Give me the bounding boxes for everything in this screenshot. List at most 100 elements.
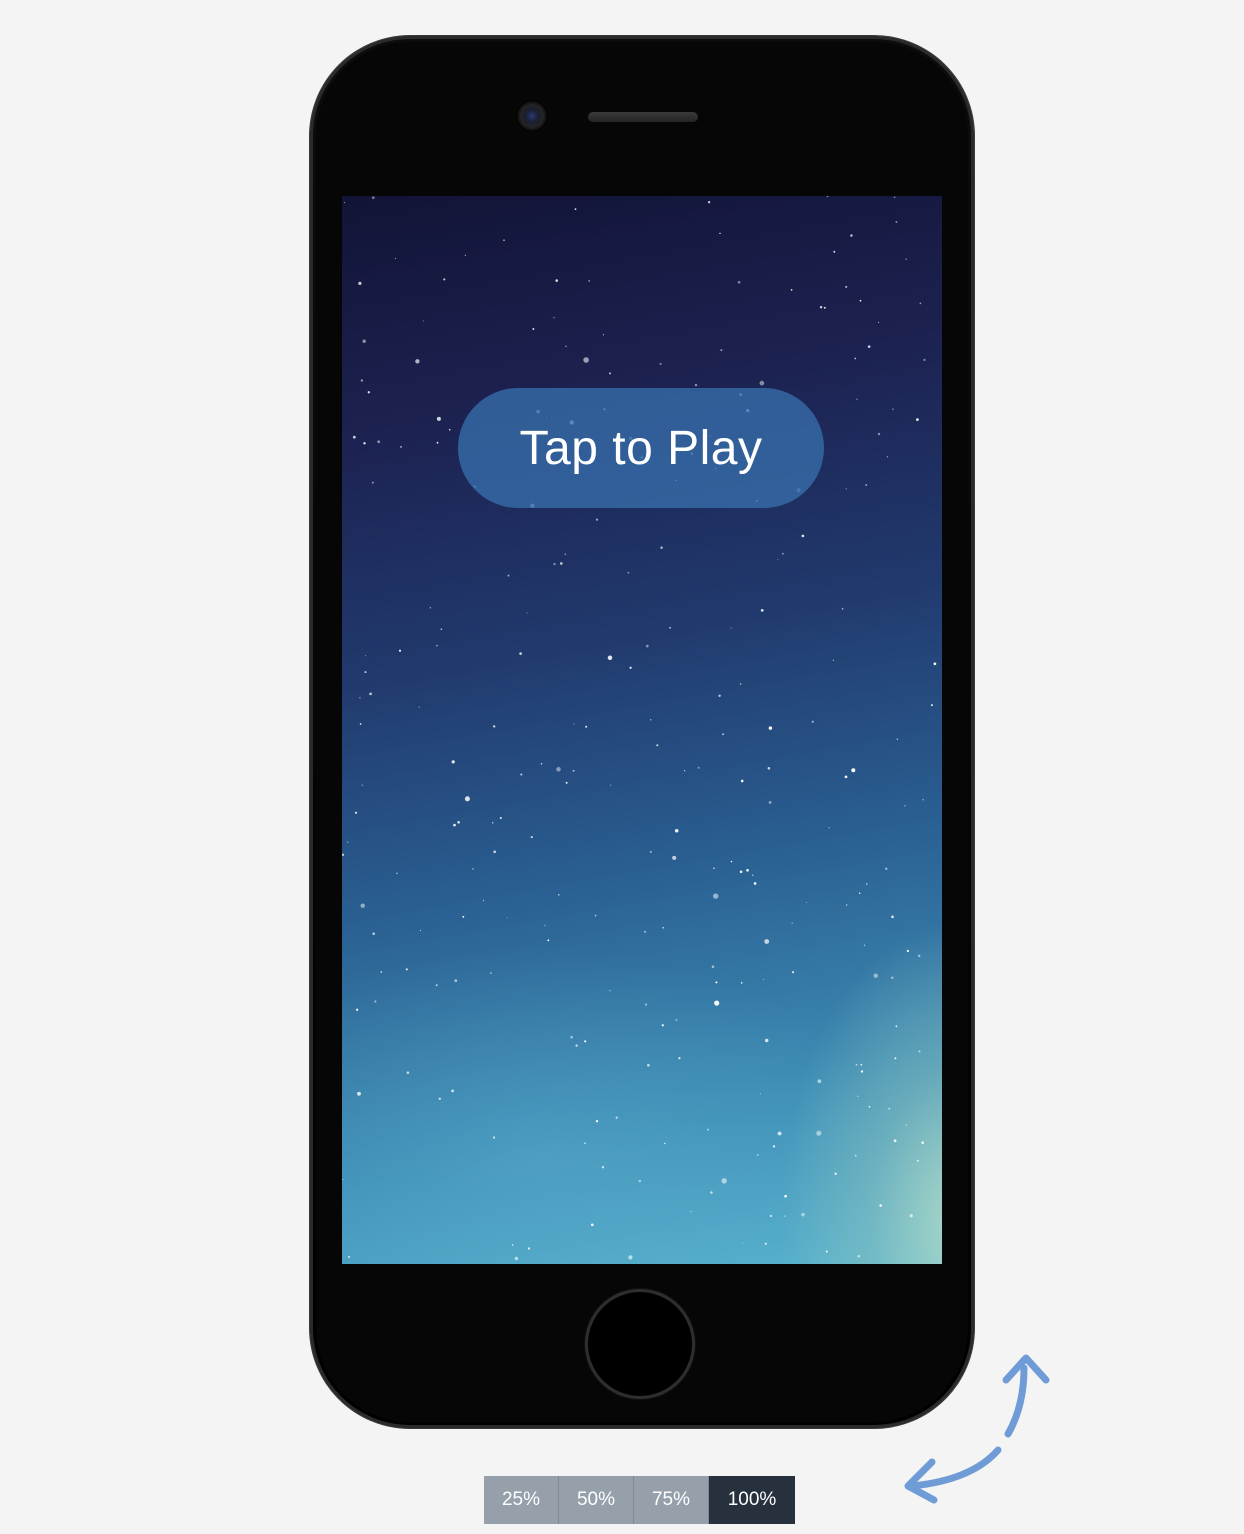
star bbox=[406, 1071, 410, 1075]
star bbox=[768, 726, 773, 730]
star bbox=[490, 972, 492, 974]
star bbox=[886, 456, 888, 458]
star bbox=[918, 1050, 921, 1053]
star bbox=[921, 1141, 925, 1145]
star bbox=[588, 280, 591, 282]
star bbox=[905, 1124, 908, 1126]
star bbox=[719, 232, 721, 235]
star bbox=[894, 1057, 897, 1060]
star bbox=[764, 1242, 767, 1245]
star bbox=[372, 932, 375, 935]
star bbox=[714, 1000, 720, 1006]
star bbox=[644, 1003, 648, 1006]
star bbox=[845, 488, 847, 490]
star bbox=[575, 1044, 578, 1047]
star bbox=[443, 278, 446, 281]
zoom-50-button[interactable]: 50% bbox=[559, 1476, 634, 1524]
star bbox=[895, 1025, 898, 1028]
star bbox=[865, 484, 868, 486]
star bbox=[342, 853, 345, 856]
rotate-icon[interactable] bbox=[892, 1350, 1054, 1510]
star bbox=[363, 442, 366, 445]
home-button[interactable] bbox=[588, 1292, 692, 1396]
star bbox=[817, 1079, 822, 1084]
star bbox=[464, 254, 466, 256]
star bbox=[777, 558, 779, 560]
star bbox=[519, 652, 522, 655]
star bbox=[540, 763, 543, 765]
star bbox=[661, 1024, 665, 1027]
zoom-25-button[interactable]: 25% bbox=[484, 1476, 559, 1524]
star bbox=[435, 984, 438, 987]
star bbox=[644, 930, 646, 933]
star bbox=[922, 798, 924, 801]
zoom-100-button[interactable]: 100% bbox=[709, 1476, 795, 1524]
star bbox=[930, 704, 933, 707]
star bbox=[360, 379, 364, 382]
star bbox=[905, 258, 907, 260]
game-screen[interactable]: Tap to Play bbox=[342, 196, 942, 1264]
star bbox=[544, 924, 546, 926]
star bbox=[602, 334, 604, 336]
star bbox=[395, 872, 398, 875]
star bbox=[511, 1244, 514, 1246]
star bbox=[565, 345, 567, 347]
star bbox=[720, 349, 723, 352]
star bbox=[547, 939, 550, 942]
star bbox=[585, 725, 588, 728]
star bbox=[609, 989, 611, 992]
star bbox=[492, 1136, 496, 1139]
star bbox=[594, 914, 597, 917]
star bbox=[722, 733, 724, 736]
star bbox=[895, 221, 898, 223]
star bbox=[718, 694, 721, 697]
star bbox=[601, 1166, 605, 1169]
star bbox=[530, 836, 533, 839]
star bbox=[491, 822, 494, 824]
starfield bbox=[342, 196, 937, 1261]
star bbox=[891, 915, 894, 919]
star bbox=[503, 239, 505, 242]
star bbox=[629, 666, 632, 669]
star bbox=[564, 553, 567, 555]
star bbox=[609, 372, 611, 375]
star bbox=[892, 408, 894, 410]
star bbox=[436, 416, 441, 421]
star bbox=[711, 965, 715, 968]
zoom-75-button[interactable]: 75% bbox=[634, 1476, 709, 1524]
star bbox=[372, 196, 375, 199]
star bbox=[359, 723, 362, 725]
phone-frame: Tap to Play bbox=[310, 36, 974, 1428]
star bbox=[828, 827, 830, 829]
star bbox=[559, 562, 563, 565]
star bbox=[857, 1095, 859, 1097]
star bbox=[742, 1242, 744, 1244]
star bbox=[464, 796, 470, 802]
tap-to-play-button[interactable]: Tap to Play bbox=[458, 388, 824, 508]
star bbox=[757, 1154, 759, 1156]
star bbox=[472, 868, 474, 870]
star bbox=[823, 306, 826, 309]
star bbox=[746, 868, 749, 872]
star bbox=[768, 801, 772, 804]
star bbox=[354, 811, 358, 814]
star bbox=[759, 380, 765, 386]
star bbox=[859, 299, 862, 302]
star bbox=[650, 719, 652, 721]
star bbox=[764, 939, 770, 944]
star bbox=[891, 976, 894, 980]
star bbox=[753, 882, 757, 885]
star bbox=[690, 1211, 692, 1213]
star bbox=[418, 706, 420, 708]
star bbox=[419, 930, 422, 932]
star bbox=[558, 894, 560, 896]
star bbox=[506, 917, 508, 919]
star bbox=[713, 867, 715, 870]
star bbox=[438, 1097, 442, 1101]
star bbox=[365, 655, 367, 657]
star bbox=[850, 234, 853, 237]
star bbox=[790, 289, 793, 291]
star bbox=[855, 1063, 858, 1066]
star bbox=[364, 671, 367, 674]
star bbox=[801, 1212, 805, 1217]
